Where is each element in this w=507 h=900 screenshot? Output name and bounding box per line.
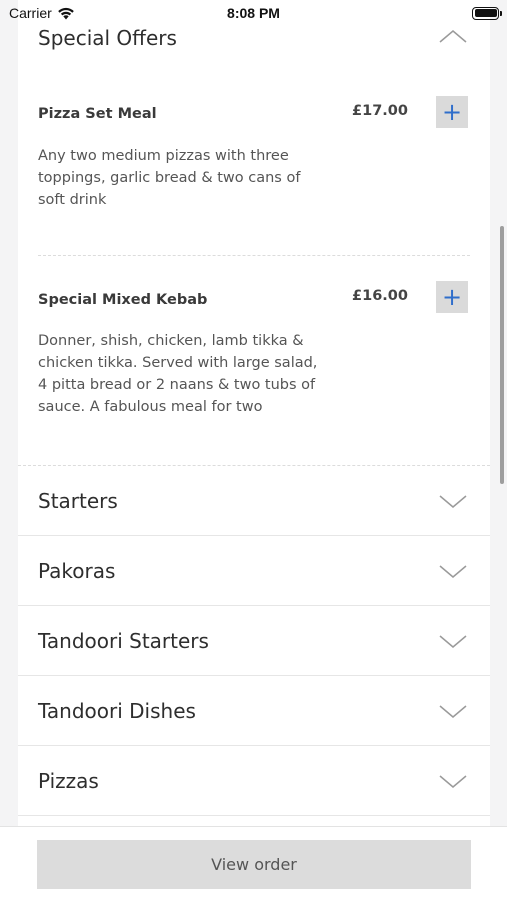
section-title: Pizzas bbox=[38, 768, 99, 793]
battery-fill bbox=[474, 9, 497, 17]
section-header-tandoori-dishes[interactable]: Tandoori Dishes bbox=[18, 676, 490, 746]
item-name: Special Mixed Kebab bbox=[38, 292, 208, 308]
chevron-down-icon[interactable] bbox=[438, 563, 468, 579]
menu-item: Special Mixed Kebab £16.00 + Donner, shi… bbox=[18, 256, 490, 466]
status-bar: Carrier 8:08 PM bbox=[0, 0, 507, 26]
item-description: Any two medium pizzas with three topping… bbox=[38, 148, 301, 208]
carrier-label: Carrier bbox=[9, 5, 52, 21]
footer-bar: View order bbox=[0, 826, 507, 900]
wifi-icon bbox=[57, 7, 74, 19]
section-header-pakoras[interactable]: Pakoras bbox=[18, 536, 490, 606]
menu-item: Pizza Set Meal £17.00 + Any two medium p… bbox=[18, 80, 490, 255]
chevron-up-icon[interactable] bbox=[438, 28, 468, 44]
battery-icon bbox=[472, 6, 502, 20]
section-header-starters[interactable]: Starters bbox=[18, 466, 490, 536]
add-item-button[interactable]: + bbox=[436, 281, 468, 313]
section-header-pizzas[interactable]: Pizzas bbox=[18, 746, 490, 816]
chevron-down-icon[interactable] bbox=[438, 773, 468, 789]
status-left: Carrier bbox=[9, 5, 75, 21]
item-name: Pizza Set Meal bbox=[38, 106, 157, 122]
add-item-button[interactable]: + bbox=[436, 96, 468, 128]
section-title: Tandoori Starters bbox=[38, 628, 209, 653]
scrollbar[interactable] bbox=[500, 226, 504, 484]
menu-list[interactable]: Special Offers Pizza Set Meal £17.00 + A… bbox=[18, 0, 490, 826]
view-order-button[interactable]: View order bbox=[37, 840, 471, 889]
status-time: 8:08 PM bbox=[227, 5, 280, 21]
item-description: Donner, shish, chicken, lamb tikka & chi… bbox=[38, 333, 318, 415]
section-title: Starters bbox=[38, 488, 118, 513]
section-title: Tandoori Dishes bbox=[38, 698, 196, 723]
chevron-down-icon[interactable] bbox=[438, 633, 468, 649]
chevron-down-icon[interactable] bbox=[438, 703, 468, 719]
item-price: £16.00 bbox=[352, 288, 408, 304]
item-price: £17.00 bbox=[352, 103, 408, 119]
section-title: Pakoras bbox=[38, 558, 116, 583]
section-title: Special Offers bbox=[38, 26, 177, 50]
section-header-tandoori-starters[interactable]: Tandoori Starters bbox=[18, 606, 490, 676]
chevron-down-icon[interactable] bbox=[438, 493, 468, 509]
